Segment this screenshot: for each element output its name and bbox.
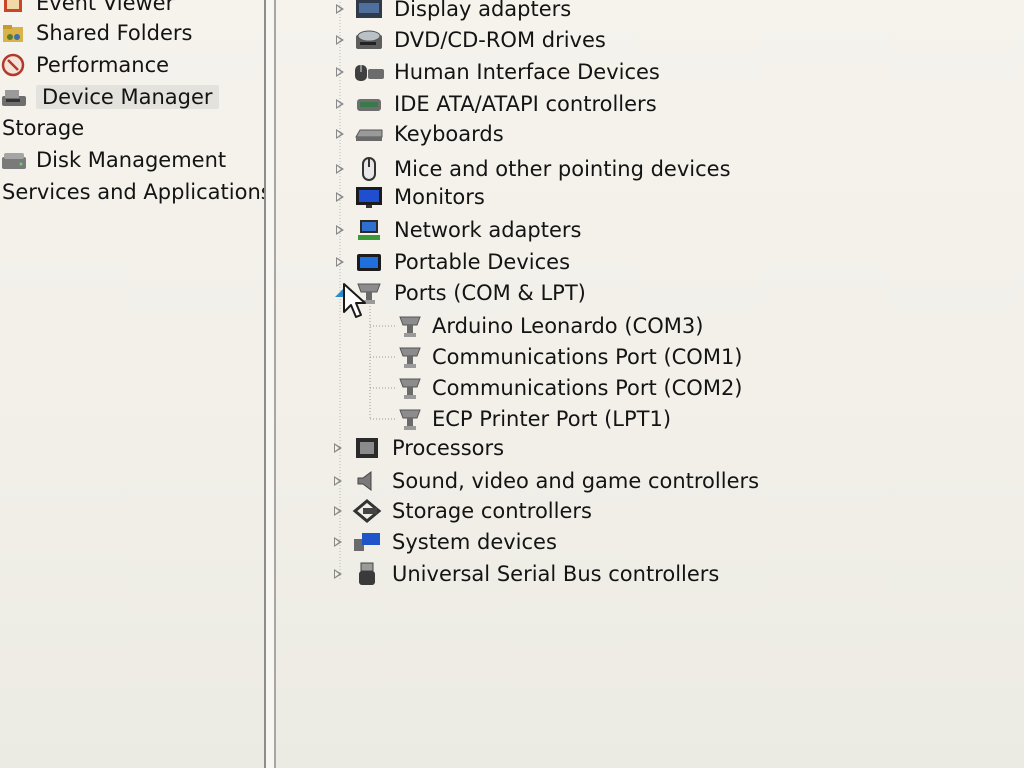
tree-device-communications-port-com1[interactable]: Communications Port (COM1) (396, 342, 743, 372)
port-icon (396, 344, 424, 370)
portable-device-icon (352, 249, 386, 275)
usb-icon (350, 561, 384, 587)
tree-category-storage-controllers[interactable]: Storage controllers (332, 496, 592, 526)
storage-controller-icon (350, 498, 384, 524)
tree-category-display-adapters[interactable]: Display adapters (334, 0, 571, 24)
disk-management-icon (0, 147, 28, 173)
tree-category-human-interface-devices[interactable]: Human Interface Devices (334, 57, 660, 87)
tree-category-dvd-cd-rom-drives[interactable]: DVD/CD-ROM drives (334, 25, 606, 55)
expand-arrow-icon[interactable] (332, 536, 344, 548)
expand-arrow-icon[interactable] (332, 475, 344, 487)
nav-item-services-and-applications[interactable]: Services and Applications (2, 177, 272, 207)
nav-item-device-manager[interactable]: Device Manager (0, 82, 219, 112)
tree-category-monitors[interactable]: Monitors (334, 182, 485, 212)
expand-arrow-icon[interactable] (334, 98, 346, 110)
tree-category-network-adapters[interactable]: Network adapters (334, 215, 581, 245)
performance-icon (0, 52, 28, 78)
tree-category-ide-ata-atapi-controllers[interactable]: IDE ATA/ATAPI controllers (334, 89, 657, 119)
expand-arrow-icon[interactable] (334, 3, 346, 15)
tree-device-ecp-printer-port-lpt1[interactable]: ECP Printer Port (LPT1) (396, 404, 671, 434)
mouse-icon (352, 156, 386, 182)
network-adapter-icon (352, 217, 386, 243)
nav-item-storage[interactable]: Storage (2, 113, 84, 143)
pane-splitter[interactable] (264, 0, 276, 768)
tree-category-processors[interactable]: Processors (332, 433, 504, 463)
dvd-drive-icon (352, 27, 386, 53)
processor-icon (350, 435, 384, 461)
tree-category-sound-video-game-controllers[interactable]: Sound, video and game controllers (332, 466, 759, 496)
port-icon (396, 313, 424, 339)
shared-folders-icon (0, 20, 28, 46)
sound-icon (350, 468, 384, 494)
port-icon (396, 406, 424, 432)
device-tree-pane: Display adapters DVD/CD-ROM drives Human… (276, 0, 1024, 768)
tree-category-system-devices[interactable]: System devices (332, 527, 557, 557)
expand-arrow-icon[interactable] (334, 66, 346, 78)
tree-category-portable-devices[interactable]: Portable Devices (334, 247, 570, 277)
mouse-pointer-icon (343, 283, 366, 318)
expand-arrow-icon[interactable] (334, 191, 346, 203)
tree-category-usb-controllers[interactable]: Universal Serial Bus controllers (332, 559, 719, 589)
keyboard-icon (352, 121, 386, 147)
expand-arrow-icon[interactable] (334, 128, 346, 140)
nav-item-performance[interactable]: Performance (0, 50, 169, 80)
tree-device-communications-port-com2[interactable]: Communications Port (COM2) (396, 373, 743, 403)
tree-device-arduino-leonardo-com3[interactable]: Arduino Leonardo (COM3) (396, 311, 703, 341)
event-viewer-icon (0, 0, 28, 16)
expand-arrow-icon[interactable] (334, 256, 346, 268)
hid-icon (352, 59, 386, 85)
monitor-icon (352, 184, 386, 210)
console-tree-pane: Event Viewer Shared Folders Performance … (0, 0, 272, 768)
tree-category-keyboards[interactable]: Keyboards (334, 119, 504, 149)
expand-arrow-icon[interactable] (332, 505, 344, 517)
expand-arrow-icon[interactable] (334, 34, 346, 46)
device-manager-icon (0, 84, 28, 110)
display-adapter-icon (352, 0, 386, 22)
expand-arrow-icon[interactable] (334, 163, 346, 175)
expand-arrow-icon[interactable] (332, 442, 344, 454)
nav-item-event-viewer[interactable]: Event Viewer (0, 0, 174, 18)
system-device-icon (350, 529, 384, 555)
expand-arrow-icon[interactable] (332, 568, 344, 580)
ide-controller-icon (352, 91, 386, 117)
nav-item-disk-management[interactable]: Disk Management (0, 145, 226, 175)
tree-category-mice-and-pointing-devices[interactable]: Mice and other pointing devices (334, 154, 731, 184)
device-manager-window: Event Viewer Shared Folders Performance … (0, 0, 1024, 768)
tree-category-ports-com-lpt[interactable]: Ports (COM & LPT) (334, 278, 586, 308)
nav-item-shared-folders[interactable]: Shared Folders (0, 18, 192, 48)
port-icon (396, 375, 424, 401)
expand-arrow-icon[interactable] (334, 224, 346, 236)
